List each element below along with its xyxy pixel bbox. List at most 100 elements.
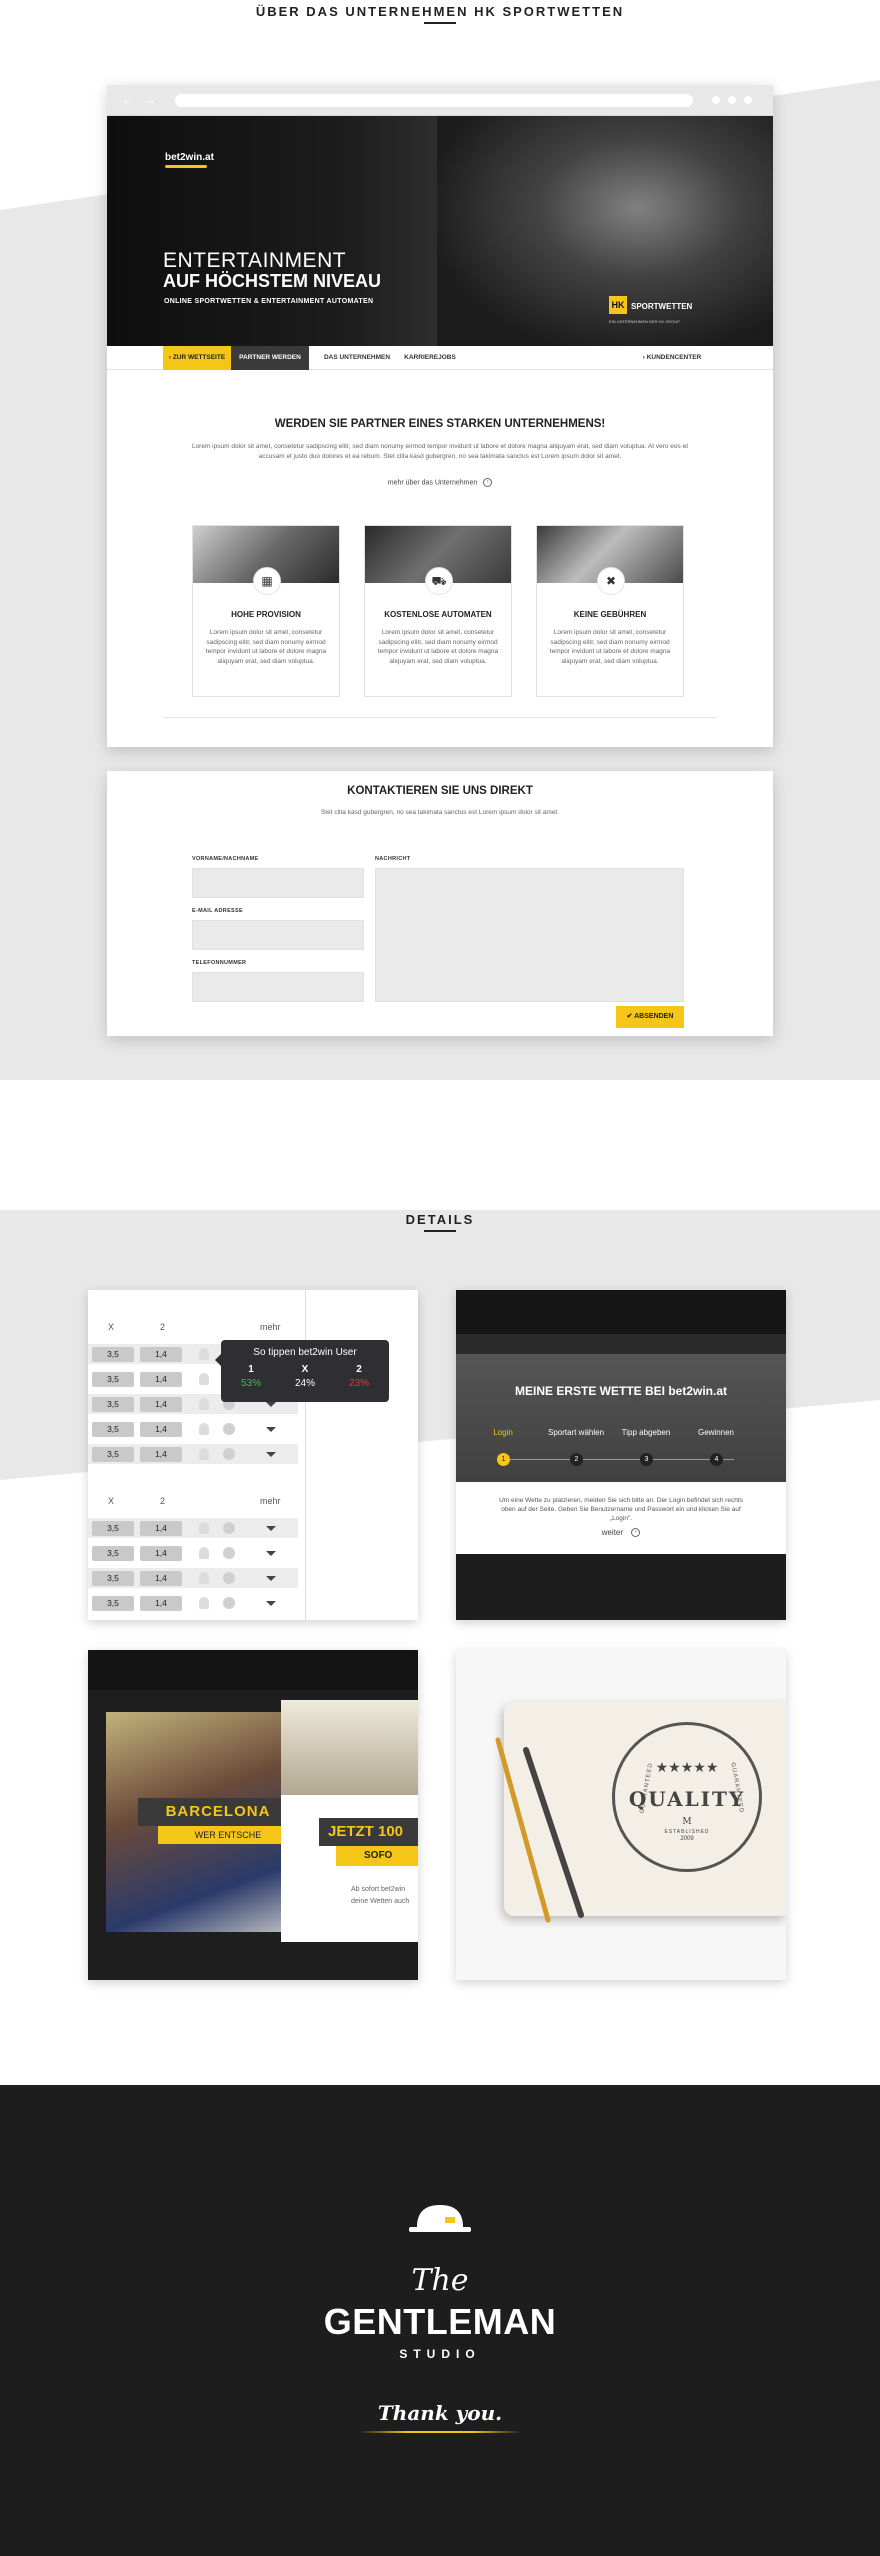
brand-the: The <box>411 2263 469 2298</box>
step-dot[interactable]: 1 <box>497 1453 510 1466</box>
forward-arrow-icon[interactable]: → <box>143 93 157 107</box>
site-header <box>88 1650 418 1690</box>
odd-button[interactable]: 1,4 <box>140 1372 182 1387</box>
sofort-button[interactable]: SOFO <box>336 1846 418 1866</box>
stats-icon[interactable] <box>223 1597 235 1609</box>
menu-item-wettseite[interactable]: › ZUR WETTSEITE <box>163 346 231 370</box>
feature-title: KEINE GEBÜHREN <box>573 610 647 619</box>
step-dot[interactable]: 2 <box>570 1453 583 1466</box>
stats-icon[interactable] <box>223 1423 235 1435</box>
email-field[interactable] <box>192 920 364 950</box>
wizard-body: Um eine Wette zu platzieren, melden Sie … <box>456 1482 786 1554</box>
user-icon[interactable] <box>199 1522 209 1534</box>
step-dot[interactable]: 4 <box>710 1453 723 1466</box>
stats-icon[interactable] <box>223 1522 235 1534</box>
chevron-down-icon[interactable] <box>266 1452 276 1457</box>
menu-item-partner[interactable]: PARTNER WERDEN <box>231 346 309 370</box>
stats-icon[interactable] <box>223 1547 235 1559</box>
back-arrow-icon[interactable]: ← <box>121 93 135 107</box>
send-button[interactable]: ✔ ABSENDEN <box>616 1006 684 1028</box>
truck-icon: ⛟ <box>425 567 453 595</box>
wizard-step-gewinnen[interactable]: Gewinnen <box>681 1428 751 1437</box>
wizard-title: MEINE ERSTE WETTE BEI bet2win.at <box>514 1384 728 1398</box>
feature-title: HOHE PROVISION <box>231 610 301 619</box>
menu-label: KUNDENCENTER <box>646 354 702 361</box>
user-icon[interactable] <box>199 1423 209 1435</box>
title-underline <box>424 22 456 24</box>
chevron-down-icon[interactable] <box>266 1576 276 1581</box>
odd-button[interactable]: 1,4 <box>140 1422 182 1437</box>
odd-button[interactable]: 1,4 <box>140 1571 182 1586</box>
chevron-down-icon[interactable] <box>266 1402 276 1407</box>
brand-studio: STUDIO <box>399 2347 481 2361</box>
title-underline <box>424 1230 456 1232</box>
user-icon[interactable] <box>199 1398 209 1410</box>
stamp-established: ESTABLISHED <box>664 1829 710 1835</box>
tooltip-col-value: 23% <box>348 1378 369 1389</box>
menu-item-karriere[interactable]: KARRIEREJOBS <box>397 346 463 370</box>
odd-button[interactable]: 3,5 <box>92 1596 134 1611</box>
odd-button[interactable]: 3,5 <box>92 1347 134 1362</box>
odd-button[interactable]: 3,5 <box>92 1571 134 1586</box>
wizard-step-login[interactable]: Login <box>468 1428 538 1437</box>
menu-label: ZUR WETTSEITE <box>172 354 226 361</box>
phone-label: TELEFONNUMMER <box>192 960 247 966</box>
brand-name: GENTLEMAN <box>323 2301 557 2342</box>
odd-button[interactable]: 1,4 <box>140 1546 182 1561</box>
odd-button[interactable]: 3,5 <box>92 1447 134 1462</box>
chevron-down-icon[interactable] <box>266 1427 276 1432</box>
user-icon[interactable] <box>199 1373 209 1385</box>
feature-text: Lorem ipsum dolor sit amet, consetetur s… <box>377 629 499 665</box>
user-icon[interactable] <box>199 1348 209 1360</box>
weiter-link[interactable]: weiter › <box>456 1528 786 1538</box>
chevron-down-icon[interactable] <box>266 1601 276 1606</box>
odd-button[interactable]: 1,4 <box>140 1397 182 1412</box>
user-tips-tooltip: So tippen bet2win User 1 53% X 24% 2 23% <box>215 1340 389 1402</box>
wizard-step-tipp[interactable]: Tipp abgeben <box>611 1428 681 1437</box>
odd-button[interactable]: 1,4 <box>140 1347 182 1362</box>
user-icon[interactable] <box>199 1547 209 1559</box>
step-dot[interactable]: 3 <box>640 1453 653 1466</box>
name-field[interactable] <box>192 868 364 898</box>
wizard-panel: MEINE ERSTE WETTE BEI bet2win.at Login S… <box>456 1290 786 1620</box>
chevron-down-icon[interactable] <box>266 1551 276 1556</box>
odd-button[interactable]: 3,5 <box>92 1372 134 1387</box>
chevron-down-icon[interactable] <box>266 1526 276 1531</box>
odd-button[interactable]: 3,5 <box>92 1422 134 1437</box>
stats-icon[interactable] <box>223 1448 235 1460</box>
user-icon[interactable] <box>199 1597 209 1609</box>
tools-icon: ✖ <box>597 567 625 595</box>
bet2win-logo[interactable]: bet2win.at <box>165 152 214 163</box>
tooltip-title: So tippen bet2win User <box>253 1347 357 1358</box>
stats-icon[interactable] <box>223 1572 235 1584</box>
section-title-about: ÜBER DAS UNTERNEHMEN HK SPORTWETTEN <box>255 4 625 19</box>
odd-button[interactable]: 1,4 <box>140 1596 182 1611</box>
more-link[interactable]: mehr über das Unternehmen › <box>107 478 773 487</box>
url-bar[interactable] <box>175 94 693 107</box>
menu-item-kundencenter[interactable]: › KUNDENCENTER <box>637 346 707 370</box>
user-icon[interactable] <box>199 1448 209 1460</box>
pencils-icon <box>495 1737 584 1923</box>
odd-button[interactable]: 1,4 <box>140 1447 182 1462</box>
wizard-step-sportart[interactable]: Sportart wählen <box>541 1428 611 1437</box>
browser-mockup: ← → bet2win.at ENTERTAINMENT AUF HÖCHSTE… <box>107 85 773 747</box>
user-icon[interactable] <box>199 1572 209 1584</box>
message-field[interactable] <box>375 868 684 1002</box>
step-line <box>504 1459 734 1460</box>
hero-subline: ONLINE SPORTWETTEN & ENTERTAINMENT AUTOM… <box>164 298 374 305</box>
chevron-right-icon: › <box>631 1528 641 1538</box>
odd-button[interactable]: 3,5 <box>92 1546 134 1561</box>
odd-button[interactable]: 3,5 <box>92 1521 134 1536</box>
odd-button[interactable]: 3,5 <box>92 1397 134 1412</box>
odds-header-2: 2 <box>160 1496 166 1506</box>
odd-button[interactable]: 1,4 <box>140 1521 182 1536</box>
partner-heading: WERDEN SIE PARTNER EINES STARKEN UNTERNE… <box>274 418 606 430</box>
tooltip-col-label: 2 <box>356 1364 362 1375</box>
partner-text: Lorem ipsum dolor sit amet, consetetur s… <box>191 443 689 460</box>
menu-item-unternehmen[interactable]: DAS UNTERNEHMEN <box>317 346 397 370</box>
weiter-label: weiter <box>601 1528 624 1537</box>
window-dot-icon <box>728 96 736 104</box>
phone-field[interactable] <box>192 972 364 1002</box>
feature-text: Lorem ipsum dolor sit amet, consetetur s… <box>205 629 327 665</box>
footer: The GENTLEMAN STUDIO Thank you. <box>0 2085 880 2556</box>
